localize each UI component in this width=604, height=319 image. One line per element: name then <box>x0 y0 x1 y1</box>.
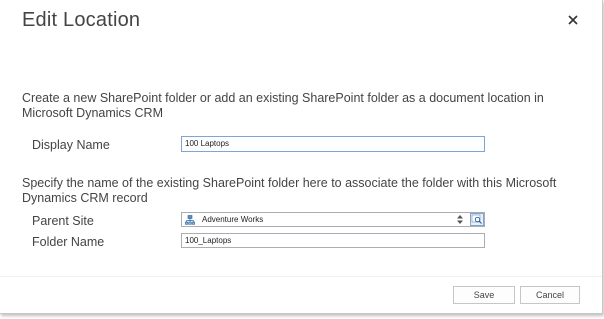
spinner-arrows-icon[interactable] <box>456 214 464 225</box>
edit-location-dialog: Edit Location Create a new SharePoint fo… <box>0 0 603 314</box>
parent-site-value: Adventure Works <box>202 215 264 224</box>
close-icon[interactable] <box>566 13 580 27</box>
folder-name-input[interactable]: 100_Laptops <box>181 233 485 248</box>
footer-divider <box>0 276 602 277</box>
cancel-button-label: Cancel <box>535 290 564 300</box>
section2-description: Specify the name of the existing SharePo… <box>22 176 557 205</box>
parent-site-label: Parent Site <box>32 214 94 228</box>
lookup-search-icon[interactable] <box>470 213 484 226</box>
section1-description: Create a new SharePoint folder or add an… <box>22 91 544 120</box>
dialog-title: Edit Location <box>22 9 141 31</box>
sharepoint-site-icon <box>185 215 195 225</box>
display-name-input[interactable]: 100 Laptops <box>181 136 485 152</box>
display-name-label: Display Name <box>32 138 110 152</box>
save-button[interactable]: Save <box>453 286 515 304</box>
parent-site-lookup[interactable]: Adventure Works <box>181 212 485 227</box>
folder-name-label: Folder Name <box>32 235 105 249</box>
cancel-button[interactable]: Cancel <box>520 286 580 304</box>
save-button-label: Save <box>473 290 495 300</box>
